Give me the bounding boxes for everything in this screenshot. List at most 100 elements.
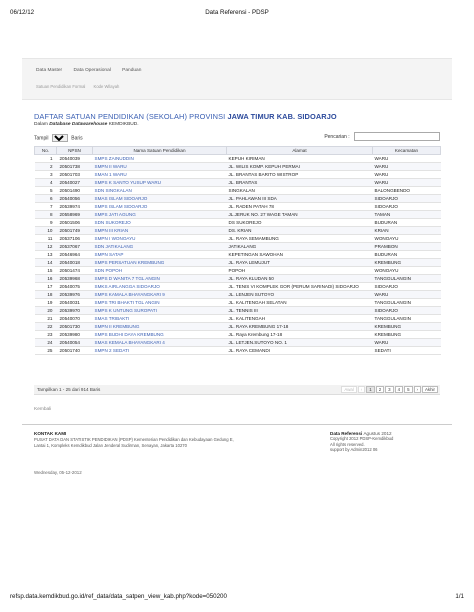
- cell-kecamatan: WONOAYU: [372, 266, 441, 275]
- page-title-region: JAWA TIMUR KAB. SIDOARJO: [227, 112, 337, 121]
- divider: [22, 424, 452, 425]
- cell-kecamatan: SIDOARJO: [372, 306, 441, 315]
- cell-npsn: 20540027: [56, 178, 93, 187]
- cell-nama[interactable]: SMPS BUDHI DAYA KREMBUNG: [92, 330, 227, 339]
- cell-nama[interactable]: SMKS AIRLANGGA SIDOARJO: [92, 282, 227, 291]
- search-control: Pencarian :: [324, 132, 440, 141]
- cell-nama[interactable]: SMAN 1 WARU: [92, 170, 227, 179]
- cell-npsn: 20546964: [56, 250, 93, 259]
- table-row: 13 20546964 SMPN SATAP KEPETINGAN SAWOHAN BU…: [34, 250, 441, 259]
- cell-nama[interactable]: SMPS K SANTO YUSUP WARU: [92, 178, 227, 187]
- pager-button[interactable]: Akhir: [421, 386, 438, 393]
- cell-nama[interactable]: SMPS TRI BHAKTI TGL ANGIN: [92, 298, 227, 307]
- pager-button[interactable]: Awal: [341, 386, 357, 393]
- print-footer: refsp.data.kemdikbud.go.id/ref_data/data…: [10, 593, 464, 603]
- col-header-kecamatan[interactable]: Kecamatan: [372, 146, 441, 155]
- cell-no: 16: [34, 274, 57, 283]
- breadcrumb-item-satuan-pendidikan[interactable]: Satuan Pendidikan Formal: [36, 84, 85, 89]
- cell-nama[interactable]: SMPN 2 SEDATI: [92, 346, 227, 355]
- table-row: 9 20501506 SDN SUKOREJO DS SUKOREJO BUDURAN: [34, 218, 441, 227]
- cell-nama[interactable]: SMAS KEMALA BHAYANGKARI 4: [92, 338, 227, 347]
- cell-kecamatan: BALONGBENDO: [372, 186, 441, 195]
- back-link[interactable]: Kembali: [34, 407, 51, 412]
- cell-npsn: 20539970: [56, 306, 93, 315]
- cell-alamat: JL. RAYA SEMAMBUNG: [226, 234, 373, 243]
- cell-nama[interactable]: SMAS TRIBAKTI: [92, 314, 227, 323]
- cell-no: 15: [34, 266, 57, 275]
- cell-kecamatan: SIDOARJO: [372, 202, 441, 211]
- cell-nama[interactable]: SMPS D WANITA 7 TGL ANGIN: [92, 274, 227, 283]
- page-subtitle: Dalam Database Datawarehouse KEMDIKBUD.: [34, 122, 139, 127]
- cell-nama[interactable]: SDN SUKOREJO: [92, 218, 227, 227]
- pager-button[interactable]: 5: [404, 386, 413, 393]
- cell-nama[interactable]: SMPS ISLAM SIDOARJO: [92, 202, 227, 211]
- table-row: 7 20539974 SMPS ISLAM SIDOARJO JL. RADEN PA…: [34, 202, 441, 211]
- cell-nama[interactable]: SDN SINGKALAN: [92, 186, 227, 195]
- cell-no: 20: [34, 306, 57, 315]
- cell-nama[interactable]: SMPN SATAP: [92, 250, 227, 259]
- cell-no: 7: [34, 202, 57, 211]
- cell-nama[interactable]: SMPS K UNTUNG SUROPATI: [92, 306, 227, 315]
- date-stamp: Wednesday, 05-12-2012: [34, 470, 82, 475]
- search-input[interactable]: [354, 132, 440, 141]
- cell-alamat: JL. KALITENGAH SELATAN: [226, 298, 373, 307]
- table-row: 10 20501749 SMPN III KRIAN DS. KRIAN KRIAN: [34, 226, 441, 235]
- show-label: Tampil: [34, 135, 49, 142]
- table-info: Tampilkan 1 - 25 dari 914 Baris: [37, 387, 101, 392]
- pager-button[interactable]: 2: [375, 386, 385, 393]
- cell-no: 24: [34, 338, 57, 347]
- col-header-alamat[interactable]: Alamat: [226, 146, 373, 155]
- cell-alamat: JL. PAHLAWAN III SDA: [226, 194, 373, 203]
- nav-item-panduan[interactable]: Panduan: [122, 68, 141, 73]
- nav-item-data-master[interactable]: Data Master: [36, 68, 62, 73]
- cell-kecamatan: BUDURAN: [372, 250, 441, 259]
- pager-button[interactable]: 4: [394, 386, 404, 393]
- col-header-nama[interactable]: Nama Satuan Pendidikan: [92, 146, 227, 155]
- cell-alamat: DS SUKOREJO: [226, 218, 373, 227]
- table-row: 8 20558969 SMPS JATI AGUNG JL.JERUK NO. 27 …: [34, 210, 441, 219]
- pager-button[interactable]: 1: [366, 386, 375, 393]
- pager-button[interactable]: ›: [413, 386, 421, 393]
- cell-alamat: JL. KALITENGAH: [226, 314, 373, 323]
- cell-nama[interactable]: SMPS KAMALA BHAYANGKARI 9: [92, 290, 227, 299]
- cell-nama[interactable]: SMPS JATI AGUNG: [92, 210, 227, 219]
- cell-nama[interactable]: SMPN I WONOAYU: [92, 234, 227, 243]
- cell-alamat: SINGKALAN: [226, 186, 373, 195]
- cell-no: 6: [34, 194, 57, 203]
- cell-npsn: 20501740: [56, 346, 93, 355]
- pager-button[interactable]: ‹: [357, 386, 366, 393]
- cell-kecamatan: WARU: [372, 290, 441, 299]
- cell-nama[interactable]: SMPN II WARU: [92, 162, 227, 171]
- page-title-prefix: DAFTAR SATUAN PENDIDIKAN (SEKOLAH) PROVI…: [34, 112, 226, 121]
- table-row: 15 20501474 SDN POPOH POPOH WONOAYU: [34, 266, 441, 275]
- data-ref-support: support by Admin2012 06: [330, 447, 378, 453]
- cell-nama[interactable]: SMPN III KRIAN: [92, 226, 227, 235]
- table-row: 21 20540070 SMAS TRIBAKTI JL. KALITENGAH TAN…: [34, 314, 441, 323]
- cell-npsn: 20501703: [56, 170, 93, 179]
- cell-kecamatan: BUDURAN: [372, 218, 441, 227]
- subtitle-suffix: KEMDIKBUD.: [108, 122, 139, 127]
- table-row: 17 20540075 SMKS AIRLANGGA SIDOARJO JL. TEN…: [34, 282, 441, 291]
- top-navigation-band: Data Master Data Operasional Panduan Sat…: [22, 58, 452, 100]
- cell-nama[interactable]: SDN POPOH: [92, 266, 227, 275]
- col-header-npsn[interactable]: NPSN: [56, 146, 93, 155]
- search-label: Pencarian :: [324, 133, 350, 140]
- pager-button[interactable]: 3: [385, 386, 394, 393]
- cell-nama[interactable]: SDN JATIKALANG: [92, 242, 227, 251]
- page-length-select[interactable]: 25: [51, 134, 68, 142]
- cell-alamat: JL. RAYA CEMANDI: [226, 346, 373, 355]
- cell-nama[interactable]: SMPS PERSATUAN KREMBUNG: [92, 258, 227, 267]
- table-row: 16 20539968 SMPS D WANITA 7 TGL ANGIN JL. R…: [34, 274, 441, 283]
- cell-nama[interactable]: SMPS ZAINUDDIN: [92, 154, 227, 163]
- cell-npsn: 20539968: [56, 274, 93, 283]
- breadcrumb-item-kode-wilayah[interactable]: Kode Wilayah: [94, 84, 120, 89]
- cell-nama[interactable]: SMAS ISLAM SIDOARJO: [92, 194, 227, 203]
- cell-no: 3: [34, 170, 57, 179]
- data-ref-title: Data Referensi: [330, 431, 363, 436]
- nav-item-data-operasional[interactable]: Data Operasional: [73, 68, 110, 73]
- cell-nama[interactable]: SMPN II KREMBUNG: [92, 322, 227, 331]
- table-row: 14 20540018 SMPS PERSATUAN KREMBUNG JL. RAY…: [34, 258, 441, 267]
- col-header-no[interactable]: No.: [34, 146, 57, 155]
- contact-section: KONTAK KAMI PUSAT DATA DAN STATISTIK PEN…: [34, 431, 284, 449]
- cell-no: 14: [34, 258, 57, 267]
